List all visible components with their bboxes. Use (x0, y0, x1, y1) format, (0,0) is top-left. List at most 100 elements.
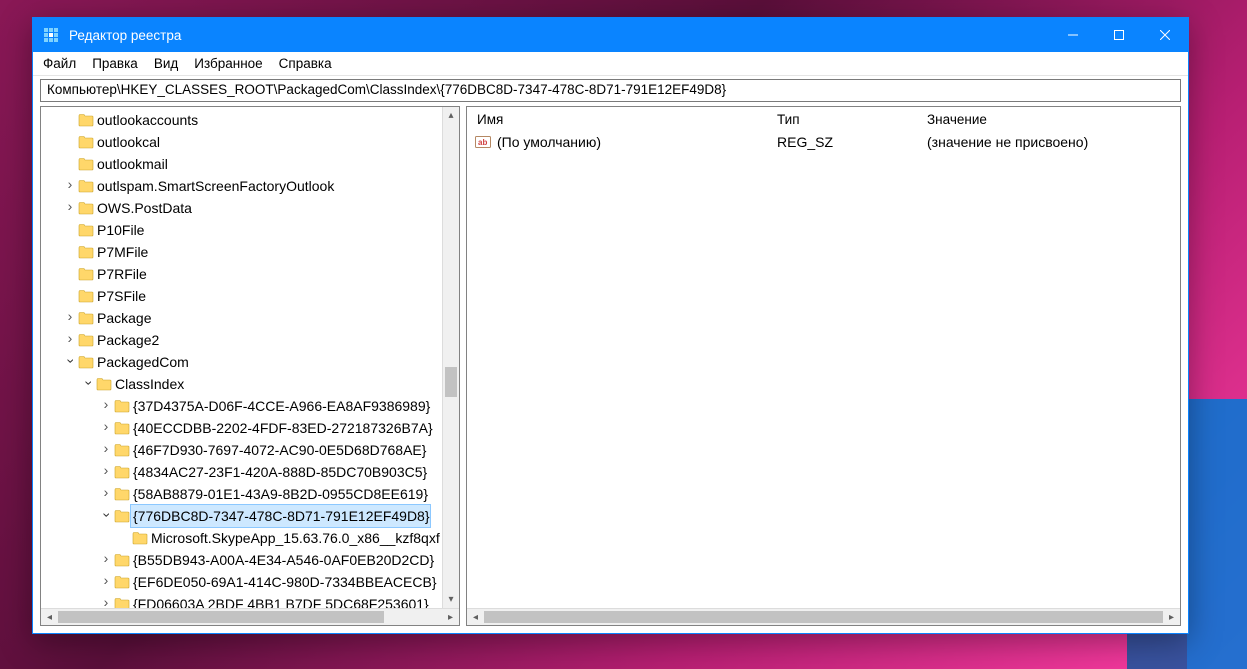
tree-item[interactable]: P7MFile (41, 241, 459, 263)
tree-item[interactable]: › PackagedCom (41, 351, 459, 373)
tree-item[interactable]: outlookcal (41, 131, 459, 153)
folder-icon (113, 399, 131, 413)
menu-edit[interactable]: Правка (92, 56, 138, 71)
tree-item-label: {37D4375A-D06F-4CCE-A966-EA8AF9386989} (131, 395, 430, 417)
tree-item[interactable]: P7RFile (41, 263, 459, 285)
menubar: Файл Правка Вид Избранное Справка (33, 52, 1188, 76)
folder-icon (77, 113, 95, 127)
tree-item[interactable]: Microsoft.SkypeApp_15.63.76.0_x86__kzf8q… (41, 527, 459, 549)
folder-icon (113, 487, 131, 501)
column-type[interactable]: Тип (767, 112, 917, 127)
titlebar[interactable]: Редактор реестра (33, 18, 1188, 52)
folder-icon (113, 575, 131, 589)
tree-item[interactable]: › {58AB8879-01E1-43A9-8B2D-0955CD8EE619} (41, 483, 459, 505)
tree-item-label: {58AB8879-01E1-43A9-8B2D-0955CD8EE619} (131, 483, 428, 505)
folder-icon (77, 201, 95, 215)
value-name: (По умолчанию) (493, 134, 767, 150)
tree-pane: outlookaccountsoutlookcaloutlookmail›out… (40, 106, 460, 626)
expand-toggle[interactable]: › (99, 592, 113, 608)
values-list[interactable]: ab (По умолчанию) REG_SZ (значение не пр… (467, 131, 1180, 608)
folder-icon (113, 443, 131, 457)
tree-item-label: Microsoft.SkypeApp_15.63.76.0_x86__kzf8q… (149, 527, 440, 549)
tree-item[interactable]: › Package2 (41, 329, 459, 351)
tree-item-label: {40ECCDBB-2202-4FDF-83ED-272187326B7A} (131, 417, 433, 439)
tree-item-label: outlspam.SmartScreenFactoryOutlook (95, 175, 334, 197)
folder-icon (77, 245, 95, 259)
tree-item[interactable]: › ClassIndex (41, 373, 459, 395)
tree-item[interactable]: ›{EF6DE050-69A1-414C-980D-7334BBEACECB} (41, 571, 459, 593)
tree-item-label: outlookmail (95, 153, 168, 175)
content-panes: outlookaccountsoutlookcaloutlookmail›out… (33, 106, 1188, 633)
value-data: (значение не присвоено) (917, 134, 1180, 150)
scroll-thumb[interactable] (58, 611, 384, 623)
tree-item-label: {46F7D930-7697-4072-AC90-0E5D68D768AE} (131, 439, 426, 461)
scroll-left-icon[interactable]: ◂ (41, 609, 58, 626)
tree-item[interactable]: › {FD06603A 2BDF 4BB1 B7DF 5DC68F253601} (41, 593, 459, 608)
expand-toggle[interactable]: › (99, 504, 113, 528)
folder-icon (113, 553, 131, 567)
expand-toggle[interactable]: › (63, 196, 77, 220)
menu-help[interactable]: Справка (279, 56, 332, 71)
folder-icon (113, 465, 131, 479)
registry-tree[interactable]: outlookaccountsoutlookcaloutlookmail›out… (41, 107, 459, 608)
expand-toggle[interactable]: › (81, 372, 95, 396)
tree-item[interactable]: P10File (41, 219, 459, 241)
folder-icon (113, 421, 131, 435)
expand-toggle[interactable]: › (63, 350, 77, 374)
folder-icon (77, 179, 95, 193)
tree-item-label: Package2 (95, 329, 159, 351)
string-value-icon: ab (473, 134, 493, 150)
tree-item-label: outlookcal (95, 131, 160, 153)
address-bar[interactable]: Компьютер\HKEY_CLASSES_ROOT\PackagedCom\… (40, 79, 1181, 102)
maximize-button[interactable] (1096, 18, 1142, 52)
tree-item[interactable]: ›{4834AC27-23F1-420A-888D-85DC70B903C5} (41, 461, 459, 483)
scroll-thumb[interactable] (484, 611, 1163, 623)
expand-toggle[interactable]: › (63, 328, 77, 352)
value-row[interactable]: ab (По умолчанию) REG_SZ (значение не пр… (467, 131, 1180, 153)
tree-item-label: {B55DB943-A00A-4E34-A546-0AF0EB20D2CD} (131, 549, 434, 571)
tree-item[interactable]: outlookmail (41, 153, 459, 175)
menu-view[interactable]: Вид (154, 56, 178, 71)
scroll-right-icon[interactable]: ▸ (1163, 609, 1180, 626)
tree-item[interactable]: ›{37D4375A-D06F-4CCE-A966-EA8AF9386989} (41, 395, 459, 417)
tree-item-label: P7SFile (95, 285, 146, 307)
tree-item[interactable]: ›outlspam.SmartScreenFactoryOutlook (41, 175, 459, 197)
value-type: REG_SZ (767, 134, 917, 150)
tree-item[interactable]: › {776DBC8D-7347-478C-8D71-791E12EF49D8} (41, 505, 459, 527)
folder-icon (77, 135, 95, 149)
menu-file[interactable]: Файл (43, 56, 76, 71)
tree-item-label: P10File (95, 219, 144, 241)
tree-item[interactable]: ›{B55DB943-A00A-4E34-A546-0AF0EB20D2CD} (41, 549, 459, 571)
scroll-right-icon[interactable]: ▸ (442, 609, 459, 626)
tree-horizontal-scrollbar[interactable]: ◂ ▸ (41, 608, 459, 625)
folder-icon (77, 157, 95, 171)
tree-item-label: {776DBC8D-7347-478C-8D71-791E12EF49D8} (131, 505, 430, 527)
tree-item[interactable]: ›{46F7D930-7697-4072-AC90-0E5D68D768AE} (41, 439, 459, 461)
tree-item[interactable]: ›OWS.PostData (41, 197, 459, 219)
folder-icon (77, 223, 95, 237)
tree-item[interactable]: ›{40ECCDBB-2202-4FDF-83ED-272187326B7A} (41, 417, 459, 439)
minimize-button[interactable] (1050, 18, 1096, 52)
column-name[interactable]: Имя (467, 112, 767, 127)
app-icon (43, 27, 59, 43)
tree-item-label: {4834AC27-23F1-420A-888D-85DC70B903C5} (131, 461, 427, 483)
tree-item-label: Package (95, 307, 151, 329)
tree-item[interactable]: outlookaccounts (41, 109, 459, 131)
tree-item[interactable]: P7SFile (41, 285, 459, 307)
close-button[interactable] (1142, 18, 1188, 52)
folder-icon (113, 597, 131, 608)
expand-toggle[interactable]: › (99, 482, 113, 506)
menu-favorites[interactable]: Избранное (194, 56, 262, 71)
values-pane: Имя Тип Значение ab (По умолчанию) REG_S… (466, 106, 1181, 626)
tree-item-label: {FD06603A 2BDF 4BB1 B7DF 5DC68F253601} (131, 593, 429, 608)
scroll-up-icon[interactable]: ▴ (443, 107, 459, 124)
values-horizontal-scrollbar[interactable]: ◂ ▸ (467, 608, 1180, 625)
column-value[interactable]: Значение (917, 112, 1180, 127)
tree-item-label: ClassIndex (113, 373, 184, 395)
tree-item-label: PackagedCom (95, 351, 189, 373)
scroll-thumb[interactable] (445, 367, 457, 397)
tree-vertical-scrollbar[interactable]: ▴ ▾ (442, 107, 459, 608)
scroll-left-icon[interactable]: ◂ (467, 609, 484, 626)
tree-item[interactable]: ›Package (41, 307, 459, 329)
scroll-down-icon[interactable]: ▾ (443, 591, 459, 608)
